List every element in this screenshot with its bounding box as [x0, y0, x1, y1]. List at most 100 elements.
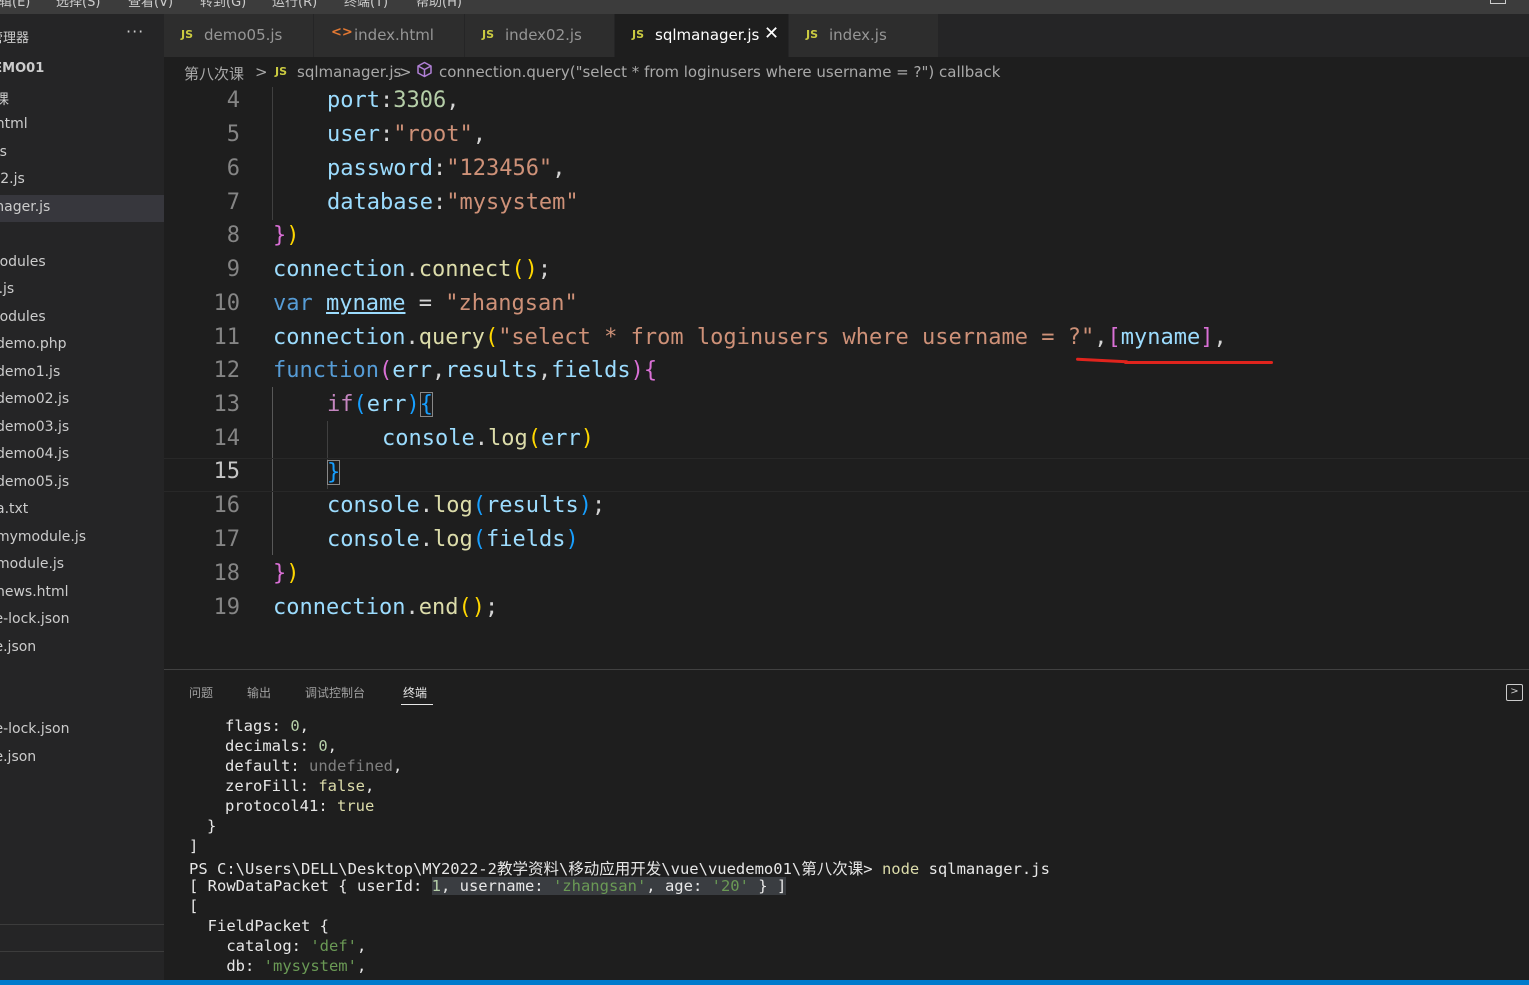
code-line-19: connection.end(); — [273, 595, 499, 620]
code-line-14: console.log(err) — [382, 426, 594, 451]
sidebar-item-label: mymodule.js — [0, 528, 87, 545]
sidebar-item-label: demo04.js — [0, 446, 70, 462]
code-line-5: user:"root", — [327, 122, 486, 147]
close-tab-icon[interactable]: ✕ — [764, 23, 779, 44]
menu-bar: 编辑(E) 选择(S) 查看(V) 转到(G) 运行(R) 终端(T) 帮助(H… — [0, 0, 1529, 14]
terminal-launch-icon[interactable]: > — [1506, 684, 1523, 701]
sidebar-divider — [0, 924, 164, 925]
terminal-line: [ — [189, 897, 199, 915]
menu-selection[interactable]: 选择(S) — [56, 0, 100, 10]
sidebar-item[interactable]: demo1.js — [0, 360, 164, 387]
code-line-15: } — [327, 460, 341, 485]
tab-debug-console[interactable]: 调试控制台 — [305, 684, 365, 701]
menu-view[interactable]: 查看(V) — [128, 0, 173, 10]
html-file-icon: <> — [331, 25, 353, 40]
breadcrumb-separator: > — [399, 63, 412, 81]
terminal-line: flags: 0, — [225, 717, 310, 735]
terminal-line: zeroFill: false, — [225, 777, 375, 795]
sidebar-item[interactable]: package.json — [0, 635, 164, 662]
current-line-highlight: } — [164, 458, 1529, 492]
sidebar-item[interactable]: VUEDEMO01 — [0, 57, 164, 84]
sidebar-item[interactable]: package-lock.json — [0, 717, 164, 744]
breadcrumb-symbol[interactable]: connection.query("select * from loginuse… — [439, 63, 1000, 81]
menu-run[interactable]: 运行(R) — [272, 0, 317, 10]
tab-index-js[interactable]: JS index.js — [789, 14, 939, 57]
breadcrumb-file[interactable]: sqlmanager.js — [297, 63, 401, 81]
sidebar-item[interactable]: package.json — [0, 745, 164, 772]
sidebar-item[interactable] — [0, 690, 164, 717]
sidebar-item-label: package-lock.json — [0, 611, 70, 627]
menu-terminal[interactable]: 终端(T) — [344, 0, 388, 10]
sidebar-item[interactable]: sqlmanager.js — [0, 194, 164, 222]
sidebar-item-label: node_modules — [0, 308, 46, 325]
explorer-title: 资源管理器 — [0, 31, 30, 46]
terminal-line: catalog: 'def', — [189, 937, 367, 955]
sidebar-item-label: news.html — [0, 583, 69, 600]
code-line-6: password:"123456", — [327, 156, 566, 181]
tab-demo05[interactable]: JS demo05.js — [164, 14, 314, 57]
code-line-18: }) — [273, 561, 300, 586]
active-tab-indicator — [401, 704, 433, 705]
menu-goto[interactable]: 转到(G) — [200, 0, 246, 10]
sidebar-item-label: module.js — [0, 556, 65, 572]
sidebar-item-label: demo03.js — [0, 418, 70, 435]
tab-problems[interactable]: 问题 — [189, 684, 213, 701]
sidebar-item[interactable]: index.html — [0, 112, 164, 139]
menu-edit[interactable]: 编辑(E) — [0, 0, 30, 10]
code-line-7: database:"mysystem" — [327, 190, 579, 215]
symbol-method-icon — [416, 61, 433, 82]
js-file-icon: JS — [632, 28, 645, 41]
tab-label: sqlmanager.js — [655, 26, 760, 44]
tab-label: index.js — [829, 26, 887, 44]
sidebar-item[interactable]: demo02.js — [0, 387, 164, 414]
sidebar-item[interactable]: news.html — [0, 580, 164, 607]
more-actions-icon[interactable]: ··· — [126, 22, 144, 41]
sidebar-item[interactable]: index.js — [0, 140, 164, 167]
sidebar-item-label: 第八次课 — [0, 91, 9, 108]
sidebar-item[interactable]: module.js — [0, 552, 164, 579]
code-line-8: }) — [273, 223, 300, 248]
restore-window-icon[interactable] — [1490, 0, 1506, 4]
code-line-9: connection.connect(); — [273, 257, 552, 282]
menu-help[interactable]: 帮助(H) — [416, 0, 462, 10]
terminal-line: default: undefined, — [225, 757, 403, 775]
bottom-panel: 问题 输出 调试控制台 终端 > flags: 0, decimals: 0, … — [164, 669, 1529, 980]
terminal-line: ] — [189, 837, 199, 855]
tab-index-html[interactable]: <> index.html — [314, 14, 465, 57]
sidebar-item[interactable]: node_modules — [0, 305, 164, 332]
sidebar-item-label: demo05.js — [0, 473, 70, 490]
sidebar-item-label: demo1.js — [0, 363, 61, 380]
sidebar-item[interactable]: demo04.js — [0, 442, 164, 469]
sidebar-item[interactable]: 第八次课 — [0, 85, 164, 112]
tab-label: demo05.js — [204, 26, 283, 44]
sidebar-item[interactable]: a.txt — [0, 497, 164, 524]
tab-output[interactable]: 输出 — [247, 684, 271, 701]
sidebar-item-label: index.js — [0, 143, 7, 160]
sidebar-item[interactable] — [0, 222, 164, 249]
sidebar-item[interactable]: demo.php — [0, 332, 164, 359]
tab-index02[interactable]: JS index02.js — [465, 14, 615, 57]
terminal-line: FieldPacket { — [189, 917, 329, 935]
sidebar-item[interactable]: demo03.js — [0, 415, 164, 442]
js-file-icon: JS — [275, 65, 288, 78]
tab-label: index.html — [354, 26, 434, 44]
code-line-4: port:3306, — [327, 88, 460, 113]
sidebar-item[interactable]: index02.js — [0, 167, 164, 194]
sidebar-item-label: index.html — [0, 116, 28, 132]
breadcrumb-folder[interactable]: 第八次课 — [184, 63, 244, 84]
js-file-icon: JS — [482, 28, 495, 41]
sidebar-item[interactable]: mymodule.js — [0, 525, 164, 552]
sidebar-item[interactable]: node_modules — [0, 250, 164, 277]
tab-sqlmanager[interactable]: JS sqlmanager.js ✕ — [615, 14, 789, 57]
sidebar-item-label: VUEDEMO01 — [0, 61, 45, 76]
code-line-16: console.log(results); — [327, 493, 606, 518]
sidebar-item[interactable]: test.js — [0, 662, 164, 689]
sidebar-item-label: a.txt — [0, 501, 29, 517]
sidebar-item[interactable]: a.js — [0, 277, 164, 304]
sidebar-item[interactable]: demo05.js — [0, 470, 164, 497]
code-editor[interactable]: 4 5 6 7 8 9 10 11 12 13 14 15 16 17 18 19 port:3306, us… — [164, 87, 1529, 669]
sidebar-item[interactable]: package-lock.json — [0, 607, 164, 634]
code-line-11: connection.query("select * from loginuse… — [273, 325, 1227, 350]
tab-terminal[interactable]: 终端 — [403, 684, 427, 701]
code-line-17: console.log(fields) — [327, 527, 579, 552]
